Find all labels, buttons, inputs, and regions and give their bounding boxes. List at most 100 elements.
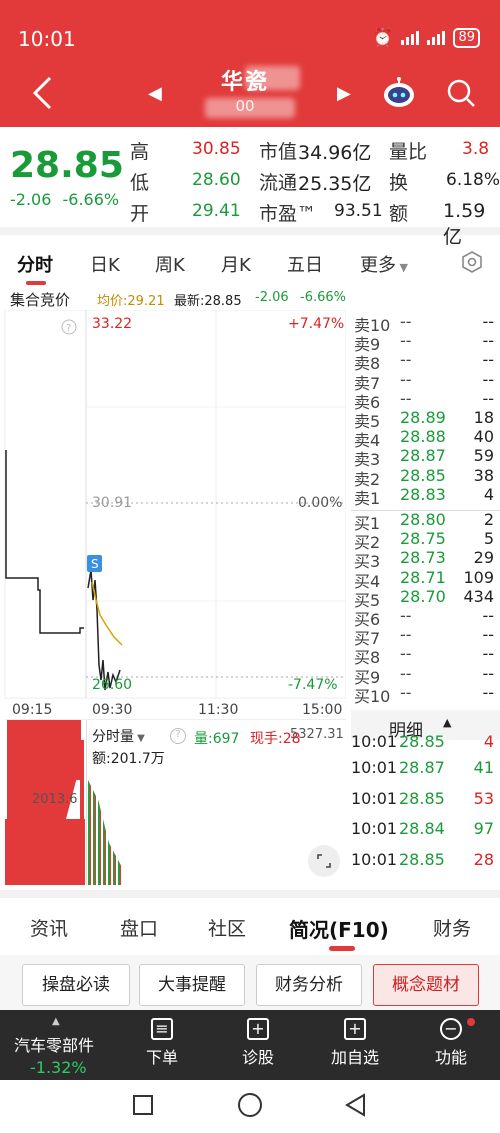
change-percent: -6.66% [62, 190, 120, 209]
order-price: 28.71 [400, 567, 446, 587]
tab-intraday[interactable]: 分时 [17, 251, 53, 277]
order-volume: 5 [483, 529, 494, 549]
order-level-label: 卖2 [354, 469, 381, 489]
price-mid-label: 30.91 [92, 495, 133, 511]
bid-row[interactable]: 买8 -- -- [354, 644, 494, 667]
blur-mask [245, 66, 300, 90]
toolbar-diagnose[interactable]: + 诊股 [228, 1018, 288, 1068]
pct-mid-label: 0.00% [298, 495, 343, 511]
order-volume: -- [482, 369, 494, 389]
ask-row[interactable]: 卖1 28.83 4 [354, 485, 494, 508]
ask-row[interactable]: 卖2 28.85 38 [354, 466, 494, 489]
toolbar-order[interactable]: ≡ 下单 [132, 1018, 192, 1068]
order-level-label: 买6 [354, 610, 381, 629]
search-icon[interactable] [446, 78, 476, 108]
tab-news[interactable]: 资讯 [30, 914, 68, 941]
trade-price: 28.84 [399, 819, 445, 838]
settings-icon[interactable] [460, 250, 484, 274]
bottom-toolbar: ▲ 汽车零部件 -1.32% ≡ 下单 + 诊股 + 加自选 − 功能 [0, 1010, 500, 1080]
high-value: 30.85 [192, 139, 241, 159]
order-level-label: 卖5 [354, 412, 381, 431]
f10-subnav: 操盘必读 大事提醒 财务分析 概念题材 [0, 955, 500, 1010]
bid-row[interactable]: 买3 28.73 29 [354, 548, 494, 571]
btn-operation-guide[interactable]: 操盘必读 [22, 964, 130, 1006]
auction-label: 集合竞价 [10, 291, 71, 309]
battery-icon: 89 [453, 28, 480, 48]
ask-row[interactable]: 卖3 28.87 59 [354, 446, 494, 469]
trade-row: 10:01 28.85 4 [351, 732, 496, 751]
order-level-label: 买1 [354, 514, 381, 533]
trade-volume: 28 [473, 849, 494, 869]
order-price: -- [400, 663, 412, 683]
toolbar-functions-label: 功能 [434, 1048, 467, 1067]
dropdown-icon: ▼ [134, 733, 145, 744]
order-volume: 2 [483, 510, 494, 529]
info-change-pct: -6.66% [300, 290, 346, 305]
tab-monthly-k[interactable]: 月K [221, 251, 251, 277]
order-price: -- [400, 369, 412, 389]
toolbar-add-watch[interactable]: + 加自选 [325, 1018, 385, 1068]
bid-row[interactable]: 买4 28.71 109 [354, 567, 494, 591]
sector-box[interactable]: ▲ 汽车零部件 -1.32% [6, 1016, 116, 1077]
ask-row[interactable]: 卖7 -- -- [354, 369, 494, 393]
tab-daily-k[interactable]: 日K [90, 251, 120, 277]
order-volume: 29 [473, 548, 494, 568]
current-price: 28.85 [10, 145, 124, 186]
change-amount: -2.06 [10, 190, 52, 209]
order-level-label: 买10 [354, 686, 391, 706]
tab-finance[interactable]: 财务 [433, 914, 471, 941]
tab-community[interactable]: 社区 [208, 914, 246, 941]
btn-concept[interactable]: 概念题材 [373, 964, 479, 1006]
trade-volume: 97 [473, 819, 494, 838]
bid-row[interactable]: 买7 -- -- [354, 625, 494, 648]
btn-finance-analysis[interactable]: 财务分析 [256, 964, 362, 1006]
toolbar-diagnose-label: 诊股 [241, 1048, 274, 1067]
bid-row[interactable]: 买10 -- -- [354, 682, 494, 706]
trade-volume: 4 [483, 732, 494, 751]
bid-row[interactable]: 买1 28.80 2 [354, 510, 494, 533]
blur-mask-2 [205, 98, 295, 118]
next-stock-icon[interactable]: ▶ [337, 83, 351, 104]
order-level-label: 卖7 [354, 373, 381, 393]
ask-row[interactable]: 卖8 -- -- [354, 350, 494, 373]
tab-more[interactable]: 更多 ▼ [360, 251, 408, 277]
back-nav-icon[interactable] [344, 1093, 368, 1117]
ask-row[interactable]: 卖10 -- -- [354, 312, 494, 335]
robot-assistant-icon[interactable] [381, 76, 417, 110]
bid-row[interactable]: 买6 -- -- [354, 606, 494, 629]
back-icon[interactable] [30, 75, 56, 111]
quote-panel: 28.85 -2.06 -6.66% 高 30.85 低 28.60 开 29.… [0, 127, 500, 248]
bid-row[interactable]: 买9 -- -- [354, 663, 494, 687]
toolbar-add-watch-label: 加自选 [330, 1048, 379, 1067]
order-volume: -- [482, 682, 494, 702]
order-level-label: 买9 [354, 667, 381, 687]
ask-row[interactable]: 卖6 -- -- [354, 389, 494, 412]
intraday-chart[interactable]: ? 33.22 30.91 26.60 +7.47% 0.00% -7.47% … [0, 309, 347, 890]
tab-weekly-k[interactable]: 周K [155, 251, 185, 277]
volume-dropdown[interactable]: 分时量 ▼ [92, 726, 145, 746]
bid-row[interactable]: 买2 28.75 5 [354, 529, 494, 552]
bid-row[interactable]: 买5 28.70 434 [354, 587, 494, 610]
tab-five-day[interactable]: 五日 [287, 251, 323, 277]
ask-row[interactable]: 卖5 28.89 18 [354, 408, 494, 431]
vol-left-label: 2013.6 [32, 792, 78, 807]
toolbar-order-label: 下单 [145, 1048, 178, 1067]
functions-icon: − [440, 1018, 462, 1040]
tab-pankou[interactable]: 盘口 [120, 914, 158, 941]
ask-row[interactable]: 卖9 -- -- [354, 331, 494, 354]
btn-events[interactable]: 大事提醒 [139, 964, 245, 1006]
ask-row[interactable]: 卖4 28.88 40 [354, 427, 494, 450]
turnover-label: 换 [389, 172, 409, 194]
home-icon[interactable] [238, 1093, 262, 1117]
order-price: 28.75 [400, 529, 446, 549]
recent-apps-icon[interactable] [133, 1095, 153, 1115]
tab-f10[interactable]: 简况(F10) [289, 914, 389, 943]
tab-underline [26, 281, 46, 285]
order-volume: -- [482, 663, 494, 683]
fullscreen-icon[interactable] [308, 845, 340, 877]
prev-stock-icon[interactable]: ◀ [148, 83, 162, 104]
order-price: -- [400, 606, 412, 625]
mktcap-label: 市值 [259, 141, 298, 163]
order-level-label: 买5 [354, 590, 381, 610]
help-icon[interactable]: ? [170, 728, 186, 744]
